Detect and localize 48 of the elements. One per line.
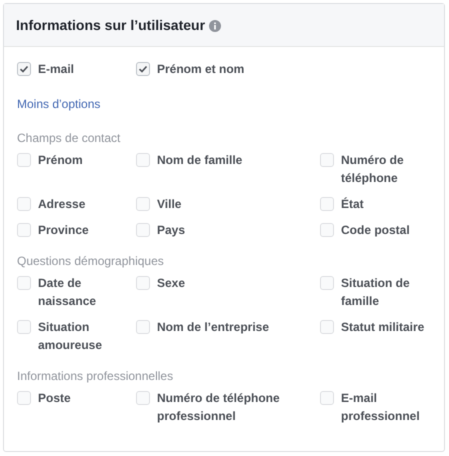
- checkbox[interactable]: [17, 276, 31, 290]
- checkbox[interactable]: [136, 391, 150, 405]
- option-label: Ville: [157, 196, 182, 213]
- checkbox[interactable]: [136, 223, 150, 237]
- option-label: Nom de l’entreprise: [157, 319, 270, 336]
- checkbox[interactable]: [17, 153, 31, 167]
- option-label: E-mail: [38, 61, 76, 78]
- option-label: Numéro de téléphone professionnel: [157, 390, 281, 425]
- checkmark-icon: [138, 64, 148, 74]
- checkbox[interactable]: [136, 197, 150, 211]
- option-label: Code postal: [341, 222, 411, 239]
- checkbox[interactable]: [320, 391, 334, 405]
- checkbox[interactable]: [320, 276, 334, 290]
- checkbox[interactable]: [136, 276, 150, 290]
- checkbox[interactable]: [17, 320, 31, 334]
- section-heading: Informations professionnelles: [17, 368, 174, 384]
- checkbox[interactable]: [17, 391, 31, 405]
- option-label: État: [341, 196, 365, 213]
- option-label: Numéro de téléphone: [341, 152, 405, 187]
- option-label: Nom de famille: [157, 152, 244, 169]
- option-label: Pays: [157, 222, 186, 239]
- option-label: Situation de famille: [341, 275, 411, 310]
- less-options-link[interactable]: Moins d’options: [17, 96, 100, 112]
- option-label: Prénom: [38, 152, 84, 169]
- checkbox[interactable]: [320, 197, 334, 211]
- checkbox[interactable]: [320, 153, 334, 167]
- checkbox[interactable]: [320, 320, 334, 334]
- section-heading: Champs de contact: [17, 130, 120, 146]
- checkbox[interactable]: [17, 223, 31, 237]
- option-label: Poste: [38, 390, 72, 407]
- option-label: Situation amoureuse: [38, 319, 104, 354]
- checkmark-icon: [19, 64, 29, 74]
- checkbox[interactable]: [17, 62, 31, 76]
- option-label: Province: [38, 222, 90, 239]
- option-label: Prénom et nom: [157, 61, 246, 78]
- checkbox[interactable]: [320, 223, 334, 237]
- checkbox[interactable]: [17, 197, 31, 211]
- info-icon[interactable]: [209, 20, 222, 32]
- option-label: Adresse: [38, 196, 86, 213]
- section-heading: Questions démographiques: [17, 253, 164, 269]
- panel-title: Informations sur l’utilisateur: [16, 16, 206, 34]
- checkbox[interactable]: [136, 153, 150, 167]
- option-label: E-mail professionnel: [341, 390, 421, 425]
- option-label: Statut militaire: [341, 319, 426, 336]
- option-label: Date de naissance: [38, 275, 98, 310]
- option-label: Sexe: [157, 275, 186, 292]
- checkbox[interactable]: [136, 62, 150, 76]
- checkbox[interactable]: [136, 320, 150, 334]
